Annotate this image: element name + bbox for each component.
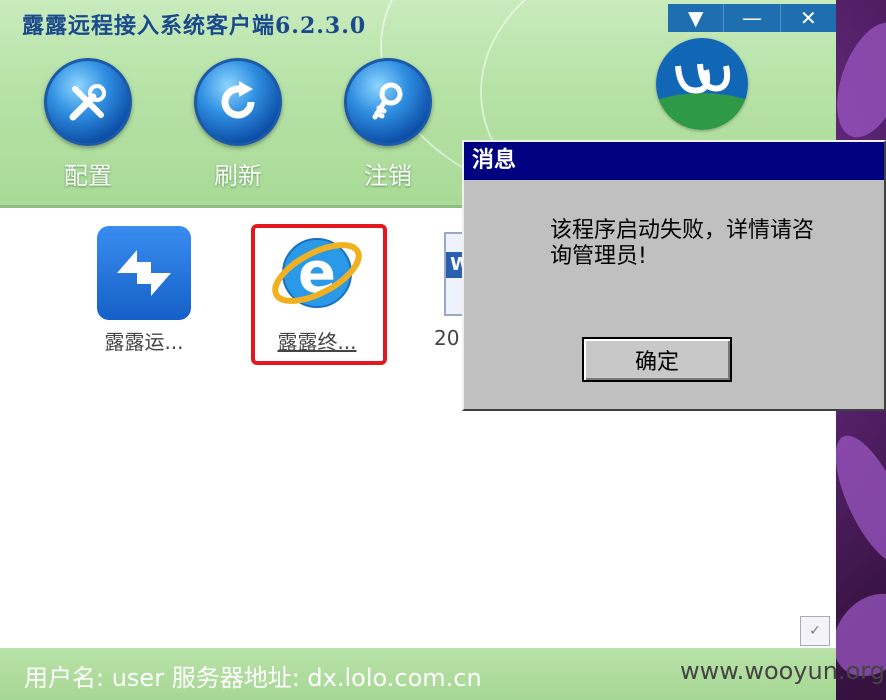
status-text: 用户名: user 服务器地址: dx.lolo.com.cn — [24, 664, 482, 692]
refresh-icon — [194, 58, 282, 146]
close-icon[interactable]: ✕ — [779, 4, 836, 32]
dialog-title: 消息 — [464, 142, 884, 180]
logout-label: 注销 — [364, 162, 412, 190]
message-dialog: 消息 该程序启动失败，详情请咨询管理员! 确定 — [462, 140, 886, 411]
dialog-message: 该程序启动失败，详情请咨询管理员! — [550, 218, 815, 269]
window-controls: ▼ — ✕ — [668, 4, 836, 32]
refresh-label: 刷新 — [214, 162, 262, 190]
app-terminal[interactable]: e 露露终... — [262, 226, 372, 355]
app-remote[interactable]: 露露运... — [89, 226, 199, 355]
remote-arrows-icon — [97, 226, 191, 320]
app-label: 露露终... — [277, 330, 357, 354]
config-button[interactable]: 配置 — [38, 58, 138, 191]
ok-button[interactable]: 确定 — [582, 337, 732, 382]
window-title: 露露远程接入系统客户端6.2.3.0 — [22, 13, 367, 39]
chevron-down-icon[interactable]: ▼ — [668, 4, 723, 32]
key-icon — [344, 58, 432, 146]
ie-browser-icon: e — [270, 226, 364, 320]
tools-icon — [44, 58, 132, 146]
brand-logo — [656, 38, 748, 130]
app-label: 露露运... — [104, 330, 184, 354]
scroll-down-button[interactable]: ✓ — [800, 616, 830, 646]
refresh-button[interactable]: 刷新 — [188, 58, 288, 191]
config-label: 配置 — [64, 162, 112, 190]
logout-button[interactable]: 注销 — [338, 58, 438, 191]
minimize-icon[interactable]: — — [723, 4, 779, 32]
watermark-text: www.wooyun.org — [680, 657, 885, 685]
